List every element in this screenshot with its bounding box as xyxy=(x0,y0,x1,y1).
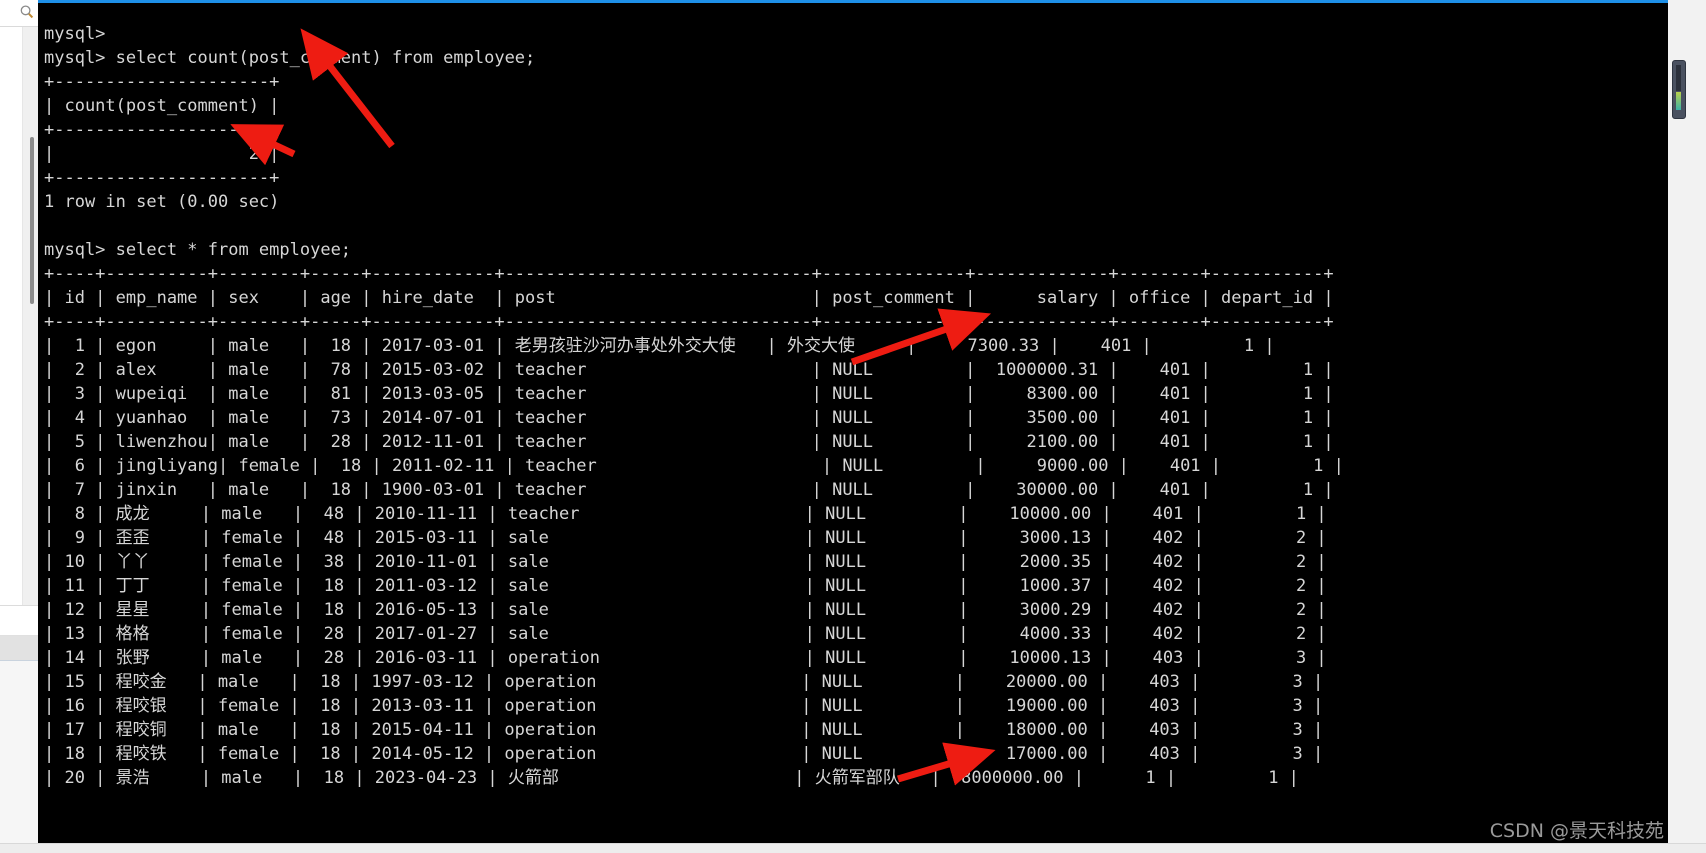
left-panel-document-area xyxy=(0,27,38,606)
screenshot-root: mysql> mysql> select count(post_comment)… xyxy=(0,0,1706,853)
right-gutter xyxy=(1668,0,1706,853)
left-panel-strip-upper xyxy=(0,606,38,636)
left-panel-strip-lower xyxy=(0,661,38,853)
left-panel-toolbar xyxy=(0,0,38,27)
terminal-output: mysql> mysql> select count(post_comment)… xyxy=(44,24,1344,788)
bottom-status-strip xyxy=(0,843,1706,853)
mysql-terminal-window[interactable]: mysql> mysql> select count(post_comment)… xyxy=(38,0,1668,844)
left-panel-strip-selected[interactable] xyxy=(0,636,38,661)
left-panel-scrollbar-thumb[interactable] xyxy=(30,137,34,304)
scrollbar-texture-bottom xyxy=(1676,92,1681,110)
search-icon[interactable] xyxy=(19,4,35,20)
scrollbar-texture-top xyxy=(1676,65,1681,91)
csdn-watermark: CSDN @景天科技苑 xyxy=(1489,820,1664,842)
left-side-panel xyxy=(0,0,39,853)
left-panel-scroll-gutter[interactable] xyxy=(22,27,38,605)
window-scrollbar-thumb[interactable] xyxy=(1672,60,1686,119)
